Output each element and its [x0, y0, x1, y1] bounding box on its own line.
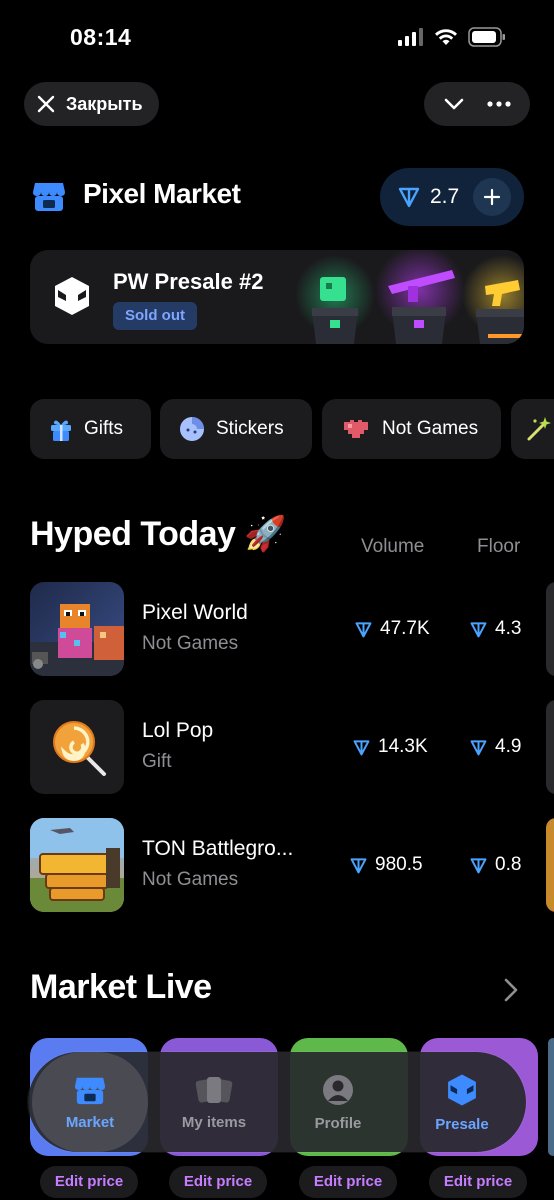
store-icon: [74, 1077, 106, 1104]
ton-icon: [350, 857, 367, 873]
cube-face-icon: [448, 1073, 476, 1106]
category-not-games[interactable]: Not Games: [322, 399, 501, 459]
ton-icon: [470, 739, 487, 755]
edit-price-button[interactable]: Edit price: [169, 1166, 267, 1198]
volume-value: 14.3K: [353, 736, 428, 758]
wifi-icon: [435, 29, 457, 45]
live-card-edge: [548, 1038, 554, 1156]
tab-label: Market: [65, 1113, 115, 1131]
tab-my-items[interactable]: My items: [156, 1052, 272, 1152]
cube-face-icon: [55, 277, 89, 315]
floor-value: 0.8: [470, 854, 521, 876]
tab-label: My items: [181, 1113, 247, 1131]
next-card-edge: [546, 700, 554, 794]
plus-icon: [484, 188, 501, 206]
heart-pixel-icon: [344, 420, 368, 438]
presale-banner[interactable]: PW Presale #2 Sold out: [30, 250, 524, 344]
signal-icon: [398, 28, 423, 46]
balance-value: 2.7: [430, 185, 460, 208]
chests-illustration: [295, 250, 524, 344]
category-label: Gifts: [84, 418, 124, 439]
tab-market[interactable]: Market: [32, 1052, 148, 1152]
tab-presale[interactable]: Presale: [404, 1052, 520, 1152]
banner-title: PW Presale #2: [113, 269, 264, 294]
column-volume: Volume: [361, 536, 425, 557]
market-live-title: Market Live: [30, 968, 212, 1006]
volume-value: 980.5: [350, 854, 423, 876]
gift-icon: [51, 420, 71, 441]
ton-battleground-image: [30, 818, 124, 912]
collection-name[interactable]: Lol Pop: [142, 719, 213, 743]
collection-name[interactable]: Pixel World: [142, 601, 248, 625]
ton-icon: [470, 621, 487, 637]
sparkle-wand-icon: [527, 417, 551, 441]
collection-thumbnail[interactable]: [30, 582, 124, 676]
more-icon[interactable]: [485, 91, 513, 117]
ton-icon: [398, 187, 420, 208]
sold-out-badge: Sold out: [113, 302, 197, 330]
pixel-world-image: [30, 604, 124, 676]
volume-text: 14.3K: [378, 736, 428, 757]
collection-category: Not Games: [142, 869, 239, 890]
collection-category: Gift: [142, 751, 172, 772]
status-time: 08:14: [70, 24, 132, 50]
collection-name[interactable]: TON Battlegro...: [142, 837, 293, 861]
tab-profile[interactable]: Profile: [280, 1052, 396, 1152]
top-right-controls: [424, 82, 530, 126]
chevron-down-icon[interactable]: [441, 91, 467, 117]
battery-icon: [468, 27, 505, 47]
volume-text: 980.5: [375, 854, 423, 875]
status-icons: [398, 27, 506, 47]
balance-pill[interactable]: 2.7: [380, 168, 524, 226]
category-label: Not Games: [382, 418, 479, 439]
sticker-icon: [180, 417, 204, 441]
floor-text: 4.3: [495, 618, 522, 639]
volume-value: 47.7K: [355, 618, 430, 640]
collection-category: Not Games: [142, 633, 239, 654]
collection-thumbnail[interactable]: [30, 700, 124, 794]
next-card-edge: [546, 818, 554, 912]
close-button[interactable]: Закрыть: [24, 82, 159, 126]
volume-text: 47.7K: [380, 618, 430, 639]
floor-text: 0.8: [495, 854, 522, 875]
app-title: Pixel Market: [83, 178, 241, 209]
category-label: Stickers: [216, 418, 284, 439]
floor-value: 4.9: [470, 736, 521, 758]
category-more[interactable]: [511, 399, 554, 459]
ton-icon: [355, 621, 372, 637]
cards-icon: [195, 1076, 233, 1103]
ton-icon: [353, 739, 370, 755]
tab-bar: Market My items Profile Presale: [28, 1052, 526, 1152]
edit-price-button[interactable]: Edit price: [40, 1166, 138, 1198]
next-card-edge: [546, 582, 554, 676]
category-gifts[interactable]: Gifts: [30, 399, 151, 459]
column-floor: Floor: [477, 536, 521, 557]
top-up-button[interactable]: [473, 178, 512, 216]
edit-price-button[interactable]: Edit price: [299, 1166, 397, 1198]
store-logo-icon: [33, 183, 65, 211]
ton-icon: [470, 857, 487, 873]
floor-text: 4.9: [495, 736, 522, 757]
category-stickers[interactable]: Stickers: [160, 399, 312, 459]
hyped-title: Hyped Today 🚀: [30, 515, 287, 553]
chevron-right-icon[interactable]: [502, 977, 520, 1003]
floor-value: 4.3: [470, 618, 521, 640]
tab-label: Profile: [314, 1114, 362, 1132]
collection-thumbnail[interactable]: [30, 818, 124, 912]
tab-label: Presale: [435, 1115, 489, 1133]
profile-icon: [323, 1074, 353, 1105]
close-label: Закрыть: [66, 93, 143, 114]
lollipop-image: [53, 721, 106, 776]
edit-price-button[interactable]: Edit price: [429, 1166, 527, 1198]
close-icon: [37, 95, 55, 113]
